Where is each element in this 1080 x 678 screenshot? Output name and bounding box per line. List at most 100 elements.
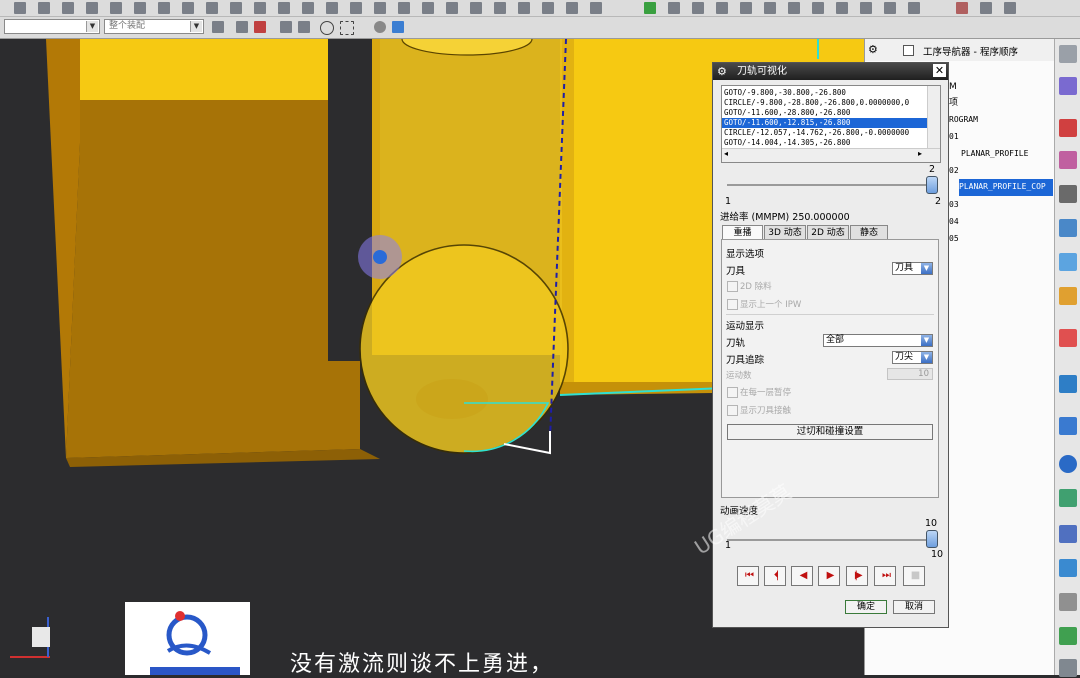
tool-dropdown[interactable]: 刀具 ▼ — [892, 262, 933, 275]
toolbar-icon[interactable] — [14, 2, 26, 14]
constraint-icon[interactable] — [1059, 119, 1077, 137]
path-dropdown[interactable]: 全部 ▼ — [823, 334, 933, 347]
scroll-left-icon[interactable]: ◂ — [724, 149, 728, 158]
toolbar-icon[interactable] — [350, 2, 362, 14]
step-slider-thumb[interactable] — [926, 176, 938, 194]
toolbar-icon[interactable] — [62, 2, 74, 14]
toolbar-icon[interactable] — [788, 2, 800, 14]
report-icon[interactable] — [1059, 659, 1077, 677]
part-nav-icon[interactable] — [1059, 151, 1077, 169]
gouge-collision-settings-button[interactable]: 过切和碰撞设置 — [727, 424, 933, 440]
code-line[interactable]: CIRCLE/-12.057,-14.762,-26.800,-0.000000… — [724, 128, 909, 138]
toolbar-icon[interactable] — [230, 2, 242, 14]
system-icon[interactable] — [1059, 559, 1077, 577]
toolbar-icon[interactable] — [298, 21, 310, 33]
tab-replay[interactable]: 重播 — [722, 225, 763, 239]
vertical-scrollbar[interactable] — [927, 86, 940, 148]
toolbar-icon[interactable] — [860, 2, 872, 14]
toolbar-icon[interactable] — [884, 2, 896, 14]
code-line-selected[interactable]: GOTO/-11.600,-12.815,-26.800 — [722, 118, 930, 128]
tree-item[interactable]: 05 — [949, 230, 1053, 247]
play-reverse-button[interactable]: ◀ — [791, 566, 813, 586]
toolbar-icon[interactable] — [908, 2, 920, 14]
step-back-button[interactable]: ⏴| — [764, 566, 786, 586]
toolbar-icon[interactable] — [764, 2, 776, 14]
history-icon[interactable] — [1059, 417, 1077, 435]
tree-item[interactable]: 04 — [949, 213, 1053, 230]
toolbar-icon[interactable] — [542, 2, 554, 14]
code-listbox[interactable]: GOTO/-9.800,-30.800,-26.800 CIRCLE/-9.80… — [721, 85, 941, 163]
toolbar-icon[interactable] — [38, 2, 50, 14]
code-line[interactable]: GOTO/-11.600,-28.800,-26.800 — [724, 108, 850, 118]
stop-button[interactable]: ■ — [903, 566, 925, 586]
toolbar-icon[interactable] — [446, 2, 458, 14]
scroll-right-icon[interactable]: ▸ — [918, 149, 922, 158]
toolbar-icon[interactable] — [326, 2, 338, 14]
clock-icon[interactable] — [1059, 455, 1077, 473]
code-line[interactable]: GOTO/-14.004,-14.305,-26.800 — [724, 138, 850, 148]
toolbar-icon[interactable] — [812, 2, 824, 14]
gear-icon[interactable]: ⚙ — [868, 43, 878, 56]
toolbar-icon[interactable] — [716, 2, 728, 14]
toolbar-icon[interactable] — [566, 2, 578, 14]
assembly-combo[interactable]: 整个装配 ▼ — [104, 19, 204, 34]
toolbar-icon[interactable] — [692, 2, 704, 14]
toolbar-icon[interactable] — [278, 2, 290, 14]
fast-forward-button[interactable]: ⏭ — [874, 566, 896, 586]
toolbar-icon[interactable] — [182, 2, 194, 14]
toolbar-icon[interactable] — [86, 2, 98, 14]
toolbar-icon[interactable] — [980, 2, 992, 14]
toolbar-icon[interactable] — [590, 2, 602, 14]
close-icon[interactable]: ✕ — [933, 64, 946, 77]
toolbar-icon[interactable] — [422, 2, 434, 14]
toolbar-icon[interactable] — [302, 2, 314, 14]
tab-2d-dynamic[interactable]: 2D 动态 — [807, 225, 849, 239]
check-icon[interactable] — [644, 2, 656, 14]
toolbar-icon[interactable] — [956, 2, 968, 14]
link-icon[interactable] — [1059, 627, 1077, 645]
roles-icon[interactable] — [1059, 329, 1077, 347]
checkbox-show-prev-ipw[interactable] — [727, 299, 738, 310]
box-select-icon[interactable] — [340, 21, 354, 35]
rewind-to-start-button[interactable]: ⏮ — [737, 566, 759, 586]
animation-speed-track[interactable] — [727, 539, 933, 541]
tree-item[interactable]: 02 — [949, 162, 1053, 179]
toolbar-icon[interactable] — [836, 2, 848, 14]
tab-static[interactable]: 静态 — [850, 225, 888, 239]
cube-icon[interactable] — [392, 21, 404, 33]
tree-item[interactable]: 01 — [949, 128, 1053, 145]
tree-item-planar-profile[interactable]: PLANAR_PROFILE — [949, 145, 1053, 162]
tree-item[interactable]: M — [949, 79, 1053, 95]
step-forward-button[interactable]: |▶ — [846, 566, 868, 586]
code-line[interactable]: CIRCLE/-9.800,-28.800,-26.800,0.0000000,… — [724, 98, 909, 108]
toolbar-icon[interactable] — [110, 2, 122, 14]
toolbar-icon[interactable] — [158, 2, 170, 14]
chevron-down-icon[interactable]: ▼ — [921, 263, 932, 274]
toolbar-icon[interactable] — [374, 2, 386, 14]
palette-icon[interactable] — [1059, 489, 1077, 507]
chevron-down-icon[interactable]: ▼ — [86, 21, 98, 32]
toolbar-icon[interactable] — [280, 21, 292, 33]
chevron-down-icon[interactable]: ▼ — [190, 21, 202, 32]
target-icon[interactable] — [320, 21, 334, 35]
cancel-button[interactable]: 取消 — [893, 600, 935, 614]
toolbar-icon[interactable] — [254, 2, 266, 14]
toolbar-icon[interactable] — [494, 2, 506, 14]
gear-icon[interactable]: ⚙ — [717, 63, 727, 80]
toolbar-icon[interactable] — [374, 21, 386, 33]
tree-item[interactable]: 项 — [949, 95, 1053, 111]
filter-combo[interactable]: ▼ — [4, 19, 100, 34]
reuse-library-icon[interactable] — [1059, 253, 1077, 271]
checkbox-show-contact[interactable] — [727, 405, 738, 416]
toolbar-icon[interactable] — [206, 2, 218, 14]
chevron-down-icon[interactable]: ▼ — [921, 335, 932, 346]
toolbar-icon[interactable] — [1004, 2, 1016, 14]
point-icon[interactable] — [254, 21, 266, 33]
toolbar-icon[interactable] — [470, 2, 482, 14]
gear-icon[interactable] — [1059, 45, 1077, 63]
toolbar-icon[interactable] — [668, 2, 680, 14]
trace-dropdown[interactable]: 刀尖 ▼ — [892, 351, 933, 364]
toolbar-icon[interactable] — [134, 2, 146, 14]
motion-count-field[interactable]: 10 — [887, 368, 933, 380]
toolbar-icon[interactable] — [398, 2, 410, 14]
